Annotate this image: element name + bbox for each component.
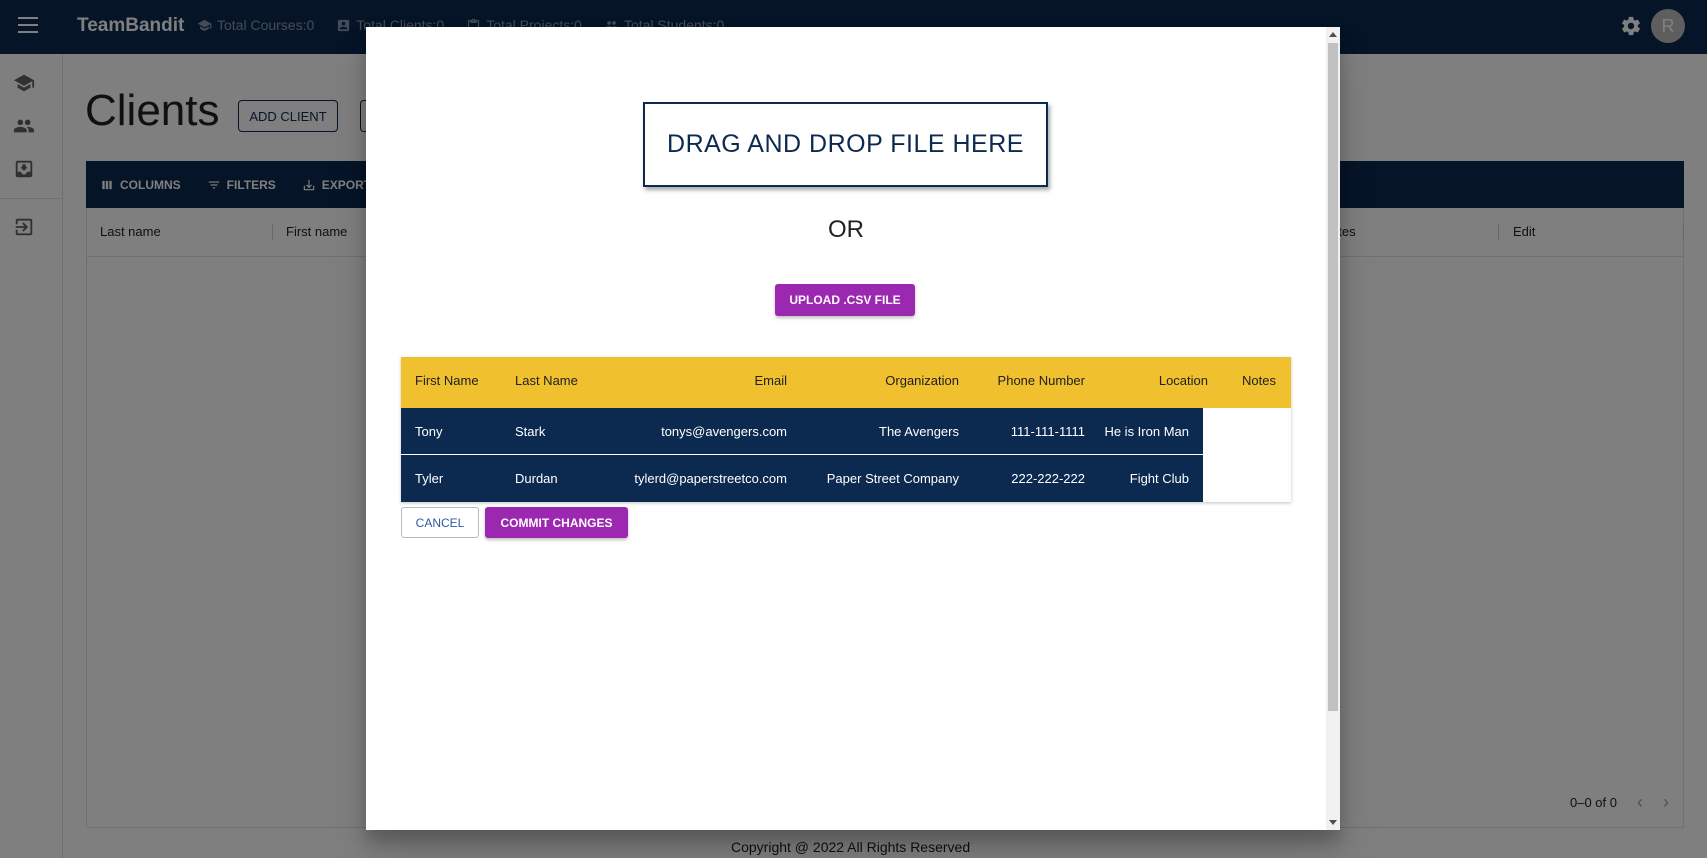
preview-row: Tyler Durdan tylerd@paperstreetco.com Pa… [401,455,1203,502]
scrollbar-thumb[interactable] [1328,43,1338,711]
cell-first-name: Tony [415,424,443,439]
csv-preview-table: First Name Last Name Email Organization … [401,357,1291,502]
cell-first-name: Tyler [415,471,444,486]
cell-location: He is Iron Man [1104,424,1189,439]
preview-header-last-name: Last Name [515,373,578,388]
upload-csv-button[interactable]: UPLOAD .CSV FILE [775,284,915,316]
scroll-up-arrow-icon[interactable] [1329,32,1337,37]
cell-organization: Paper Street Company [826,471,959,486]
drag-and-drop-zone[interactable]: DRAG AND DROP FILE HERE [643,102,1048,187]
cell-location: Fight Club [1129,471,1189,486]
preview-header-organization: Organization [885,373,959,388]
preview-header-location: Location [1158,373,1208,388]
preview-header-first-name: First Name [415,373,479,388]
or-divider-text: OR [828,216,864,243]
cell-last-name: Stark [515,424,546,439]
cell-phone-number: 222-222-222 [1011,471,1085,486]
csv-import-dialog: DRAG AND DROP FILE HERE OR UPLOAD .CSV F… [366,27,1340,830]
preview-row: Tony Stark tonys@avengers.com The Avenge… [401,408,1203,455]
scroll-down-arrow-icon[interactable] [1329,820,1337,825]
preview-header-notes: Notes [1242,373,1276,388]
cell-email: tylerd@paperstreetco.com [634,471,787,486]
preview-header-phone-number: Phone Number [997,373,1085,388]
cell-organization: The Avengers [879,424,959,439]
commit-changes-button[interactable]: COMMIT CHANGES [485,507,628,538]
dialog-scrollbar[interactable] [1326,27,1340,830]
cell-email: tonys@avengers.com [661,424,787,439]
cell-last-name: Durdan [515,471,558,486]
preview-header-email: Email [754,373,787,388]
cell-phone-number: 111-111-1111 [1010,424,1085,439]
preview-header-row: First Name Last Name Email Organization … [401,357,1291,408]
cancel-button[interactable]: CANCEL [401,507,479,538]
